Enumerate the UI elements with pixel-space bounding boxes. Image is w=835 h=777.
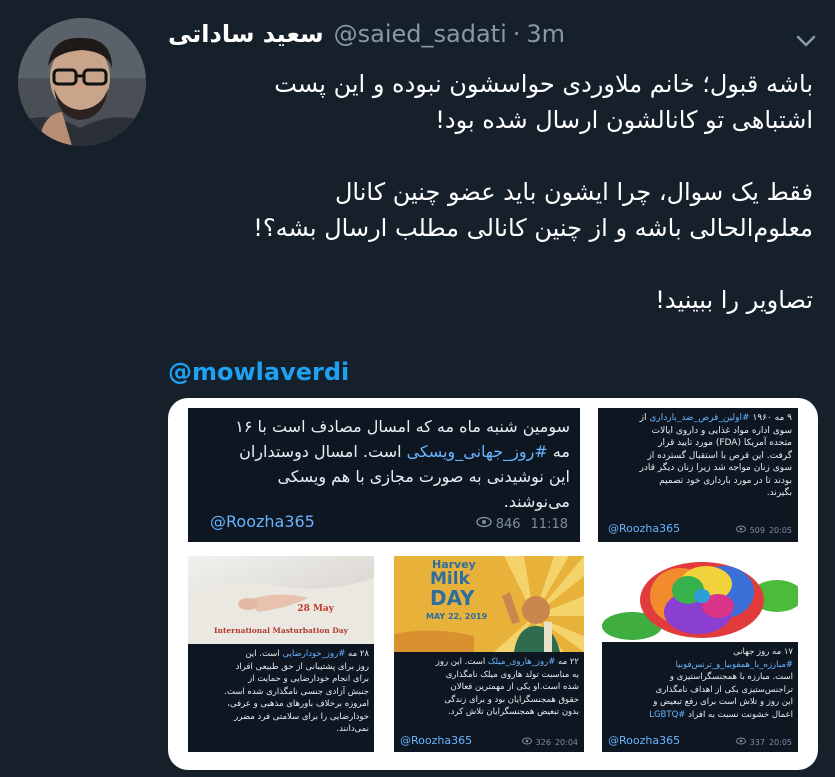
card-text: ۲۸ مه <box>345 649 369 659</box>
card-image: 28 May International Masturbation Day <box>188 556 374 644</box>
tweet-header: سعید ساداتی @saied_sadati · 3m <box>168 14 817 54</box>
card-text-line: گرفت. این قرص با استقبال گسترده از <box>647 450 792 461</box>
post-card-whisky[interactable]: سومین شنبه ماه مه که امسال مصادف است با … <box>188 408 580 542</box>
hashtag-link[interactable]: #روز_خودارضایی <box>283 649 346 659</box>
card-text-line: بدون تبعیض همجنسگرایان تلاش کرد. <box>447 707 579 717</box>
card-text-line: این روز و تلاش است برای رفع تبعیض و <box>653 697 793 707</box>
card-text-line: می‌نوشند. <box>503 492 570 511</box>
tweet-text: باشه قبول؛ خانم ملاوردی حواسشون نبوده و … <box>168 66 813 318</box>
post-meta: 326 20:04 <box>521 737 578 747</box>
card-text-line: است. مبارزه با همجنسگراستیزی و <box>669 672 793 682</box>
image-title: International Masturbation Day <box>213 626 348 635</box>
card-text-line: به مناسبت تولد هاروی میلک نامگذاری <box>445 669 579 680</box>
card-text: اعمال خشونت نسبت به افراد <box>685 709 793 720</box>
avatar-image <box>18 18 146 146</box>
hashtag-link[interactable]: #اولین_قرص_ضد_بارداری <box>649 413 749 423</box>
eye-icon <box>735 525 746 535</box>
post-time: 20:05 <box>768 737 792 747</box>
card-text-line: سوی زنان مواجه شد زیرا زنان دیگر قادر <box>639 463 792 473</box>
image-date: MAY 22, 2019 <box>426 612 488 621</box>
card-text-line: روز برای پشتیبانی از حق طبیعی افراد <box>235 661 369 672</box>
card-text: است. این روز <box>435 657 488 667</box>
post-card-pill[interactable]: ۹ مه ۱۹۶۰ #اولین_قرص_ضد_بارداری از سوی ا… <box>598 408 798 542</box>
channel-handle[interactable]: @Roozha365 <box>608 522 680 535</box>
eye-icon <box>476 516 492 532</box>
view-count: 337 <box>749 737 765 747</box>
channel-handle[interactable]: @Roozha365 <box>608 734 680 747</box>
channel-handle[interactable]: @Roozha365 <box>400 734 472 747</box>
card-text-line: بگیرند. <box>766 488 792 498</box>
hashtag-link[interactable]: #LGBTQ <box>649 710 685 720</box>
card-text: از <box>639 413 650 423</box>
post-meta: 846 11:18 <box>476 516 568 532</box>
post-card-harvey[interactable]: Harvey Milk DAY MAY 22, 2019 ۲۲ مه #روز_… <box>394 556 584 752</box>
tweet-line: فقط یک سوال، چرا ایشون باید عضو چنین کان… <box>334 178 813 206</box>
tweet-line: تصاویر را ببینید! <box>655 286 813 314</box>
tweet-line: معلوم‌الحالی باشه و از چنین کانالی مطلب … <box>253 214 813 242</box>
card-text-line: این نوشیدنی به صورت مجازی با هم ویسکی <box>277 467 570 486</box>
hashtag-link[interactable]: #روز_هاروی_میلک <box>488 657 555 667</box>
separator: · <box>512 20 521 48</box>
avatar[interactable] <box>18 18 146 146</box>
image-title-line: DAY <box>430 586 475 610</box>
view-count: 509 <box>749 525 765 535</box>
card-text: ۹ مه ۱۹۶۰ <box>749 413 792 423</box>
card-text: است. امسال دوستداران <box>239 442 407 461</box>
post-meta: 337 20:05 <box>735 737 792 747</box>
card-text-line: بودند تا در مورد بارداری خود تصمیم <box>659 475 792 486</box>
hashtag-link[interactable]: #مبارزه_با_همفوبیا_و_ترنس‌فوبیا <box>607 659 793 672</box>
card-image <box>602 556 798 642</box>
card-text-line: خودارضایی را برای سلامتی فرد مضرر <box>234 711 369 722</box>
tweet-time[interactable]: 3m <box>526 20 565 48</box>
eye-icon <box>521 737 532 747</box>
post-meta: 509 20:05 <box>735 525 792 535</box>
mention-link[interactable]: @mowlaverdi <box>168 358 349 386</box>
view-count: 326 <box>535 737 551 747</box>
post-card-rainbow[interactable]: ۱۷ مه روز جهانی #مبارزه_با_همفوبیا_و_ترن… <box>602 556 798 752</box>
card-text: مه <box>547 442 570 461</box>
card-text-line: متحده آمریکا (FDA) مورد تایید قرار <box>658 438 792 448</box>
post-time: 11:18 <box>530 516 568 532</box>
card-text-line: شده است.او یکی از مهمترین فعالان <box>450 682 579 692</box>
card-text-line: سوی اداره مواد غذایی و داروی ایالات <box>651 425 792 436</box>
card-text: ۲۲ مه <box>555 657 579 667</box>
card-image: Harvey Milk DAY MAY 22, 2019 <box>394 556 584 652</box>
card-text: است. این <box>245 649 283 659</box>
author-name[interactable]: سعید ساداتی <box>168 20 324 48</box>
post-card-masturbation[interactable]: 28 May International Masturbation Day ۲۸… <box>188 556 374 752</box>
card-text-line: برای انجام خودارضایی و حمایت از <box>248 674 369 684</box>
image-date: 28 May <box>297 604 334 614</box>
card-text-line: حقوق همجنسگرایان بود و برای زندگی <box>444 694 579 705</box>
tweet-media[interactable]: سومین شنبه ماه مه که امسال مصادف است با … <box>168 398 818 770</box>
card-text-line: سومین شنبه ماه مه که امسال مصادف است با … <box>235 417 570 436</box>
post-time: 20:05 <box>768 525 792 535</box>
card-text-line: جنبش آزادی جنسی نامگذاری شده است. <box>224 686 369 697</box>
card-text-line: نمی‌دانند. <box>336 724 369 734</box>
tweet-line: اشتباهی تو کانالشون ارسال شده بود! <box>435 106 813 134</box>
tweet-line: باشه قبول؛ خانم ملاوردی حواسشون نبوده و … <box>274 70 813 98</box>
channel-handle[interactable]: @Roozha365 <box>210 512 315 531</box>
view-count: 846 <box>495 516 521 532</box>
chevron-down-icon[interactable] <box>793 30 819 52</box>
eye-icon <box>735 737 746 747</box>
card-text-line: امروزه برخلاف باورهای مذهبی و عرفی، <box>227 699 369 709</box>
post-time: 20:04 <box>554 737 578 747</box>
hashtag-link[interactable]: #روز_جهانی_ویسکی <box>407 442 548 461</box>
author-handle[interactable]: @saied_sadati <box>334 20 507 48</box>
card-text-line: تراجنس‌ستیزی یکی از اهداف نامگذاری <box>655 684 793 695</box>
card-text-line: ۱۷ مه روز جهانی <box>733 647 793 657</box>
